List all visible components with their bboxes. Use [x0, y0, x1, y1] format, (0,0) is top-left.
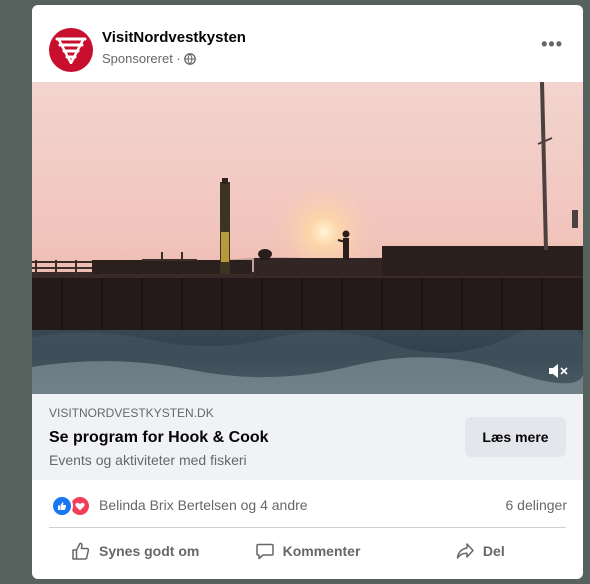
share-button[interactable]: Del: [394, 531, 566, 571]
link-domain: VISITNORDVESTKYSTEN.DK: [49, 406, 214, 420]
share-arrow-icon: [456, 543, 474, 559]
video-frame-harbor-sunset: [32, 82, 583, 394]
share-label: Del: [482, 543, 505, 559]
comment-label: Kommenter: [282, 543, 361, 559]
sponsored-text: Sponsoreret ·: [102, 51, 181, 66]
reaction-names-link[interactable]: Belinda Brix Bertelsen og 4 andre: [99, 497, 308, 513]
page-avatar[interactable]: [49, 28, 93, 72]
post-actions-bar: Synes godt om Kommenter Del: [49, 531, 566, 571]
visitnordvestkysten-logo-icon: [55, 37, 87, 64]
shares-count-link[interactable]: 6 delinger: [506, 497, 568, 513]
thumbs-up-icon: [72, 542, 90, 560]
actions-divider: [49, 527, 566, 528]
reaction-icons[interactable]: [51, 495, 91, 517]
video-player[interactable]: [32, 82, 583, 394]
link-headline[interactable]: Se program for Hook & Cook: [49, 429, 269, 447]
comment-icon: [255, 543, 274, 560]
sponsored-label: Sponsoreret ·: [102, 51, 196, 66]
more-options-button[interactable]: •••: [541, 35, 563, 53]
comment-button[interactable]: Kommenter: [221, 531, 393, 571]
learn-more-button[interactable]: Læs mere: [465, 417, 566, 457]
volume-muted-icon[interactable]: [547, 362, 569, 380]
link-preview[interactable]: VISITNORDVESTKYSTEN.DK Se program for Ho…: [32, 394, 583, 480]
sponsored-post-card: VisitNordvestkysten Sponsoreret · ••• VI…: [32, 5, 583, 579]
link-description: Events og aktiviteter med fiskeri: [49, 452, 247, 468]
like-reaction-icon: [51, 495, 73, 517]
like-label: Synes godt om: [98, 543, 200, 559]
page-name-link[interactable]: VisitNordvestkysten: [102, 29, 246, 46]
like-button[interactable]: Synes godt om: [49, 531, 221, 571]
globe-icon: [183, 52, 196, 65]
post-header: VisitNordvestkysten Sponsoreret · •••: [32, 5, 583, 81]
engagement-stats: Belinda Brix Bertelsen og 4 andre 6 deli…: [32, 483, 583, 525]
